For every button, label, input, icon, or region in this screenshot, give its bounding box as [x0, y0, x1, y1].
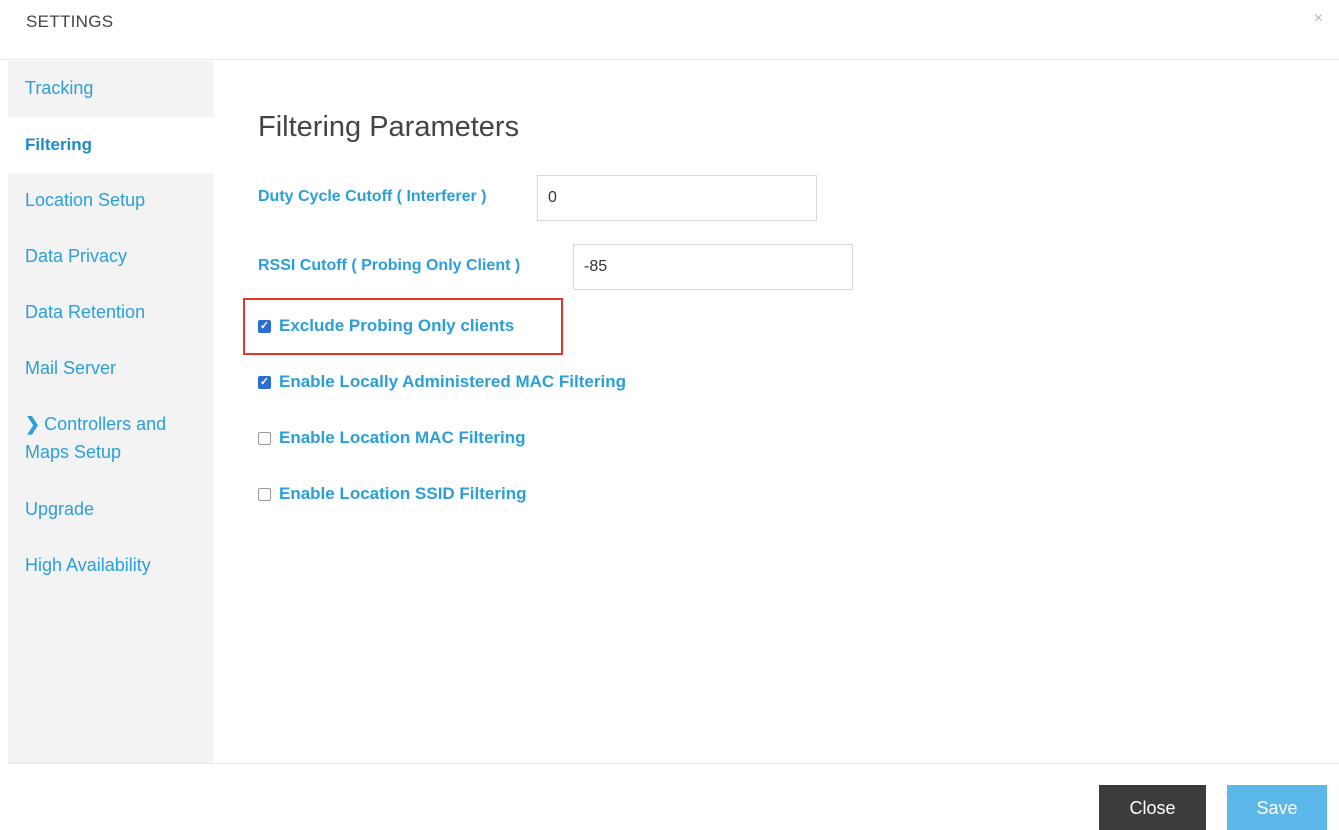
dialog-footer: Close Save [8, 763, 1339, 830]
checkbox-unchecked[interactable] [258, 487, 271, 501]
sidebar-item-filtering[interactable]: Filtering [8, 117, 214, 173]
checkbox-label: Exclude Probing Only clients [279, 316, 515, 335]
page-title: Filtering Parameters [258, 111, 520, 143]
rssi-cutoff-input[interactable] [573, 244, 853, 290]
save-button[interactable]: Save [1227, 785, 1327, 830]
sidebar-item-label: Maps Setup [25, 442, 122, 462]
location-ssid-filtering-option[interactable]: Enable Location SSID Filtering [258, 484, 526, 504]
sidebar-item-controllers-and-maps-setup[interactable]: ❯ Controllers and Maps Setup [8, 410, 214, 466]
rssi-cutoff-label: RSSI Cutoff ( Probing Only Client ) [258, 257, 521, 274]
checkbox-label: Enable Locally Administered MAC Filterin… [279, 372, 626, 391]
sidebar-item-tracking[interactable]: Tracking [8, 74, 214, 102]
checkbox-checked[interactable] [258, 319, 271, 333]
exclude-probing-only-clients-option[interactable]: Exclude Probing Only clients [258, 316, 514, 336]
close-button[interactable]: Close [1099, 785, 1206, 830]
close-icon[interactable]: × [1314, 10, 1323, 28]
duty-cycle-cutoff-input[interactable] [537, 175, 817, 221]
chevron-right-icon: ❯ [25, 414, 41, 434]
checkbox-label: Enable Location MAC Filtering [279, 428, 526, 447]
settings-sidebar: Tracking Filtering Location Setup Data P… [8, 61, 214, 763]
sidebar-item-data-privacy[interactable]: Data Privacy [8, 242, 214, 270]
sidebar-item-label: Controllers and [44, 414, 167, 434]
sidebar-item-high-availability[interactable]: High Availability [8, 551, 214, 579]
sidebar-item-mail-server[interactable]: Mail Server [8, 354, 214, 382]
duty-cycle-cutoff-label: Duty Cycle Cutoff ( Interferer ) [258, 188, 487, 205]
locally-administered-mac-filtering-option[interactable]: Enable Locally Administered MAC Filterin… [258, 372, 626, 392]
sidebar-item-upgrade[interactable]: Upgrade [8, 495, 214, 523]
settings-content: Filtering Parameters [215, 61, 1339, 763]
sidebar-item-location-setup[interactable]: Location Setup [8, 186, 214, 214]
sidebar-item-data-retention[interactable]: Data Retention [8, 298, 214, 326]
checkbox-unchecked[interactable] [258, 431, 271, 445]
dialog-header: SETTINGS × [0, 0, 1339, 60]
dialog-title: SETTINGS [26, 12, 114, 31]
location-mac-filtering-option[interactable]: Enable Location MAC Filtering [258, 428, 526, 448]
checkbox-checked[interactable] [258, 375, 271, 389]
checkbox-label: Enable Location SSID Filtering [279, 484, 527, 503]
